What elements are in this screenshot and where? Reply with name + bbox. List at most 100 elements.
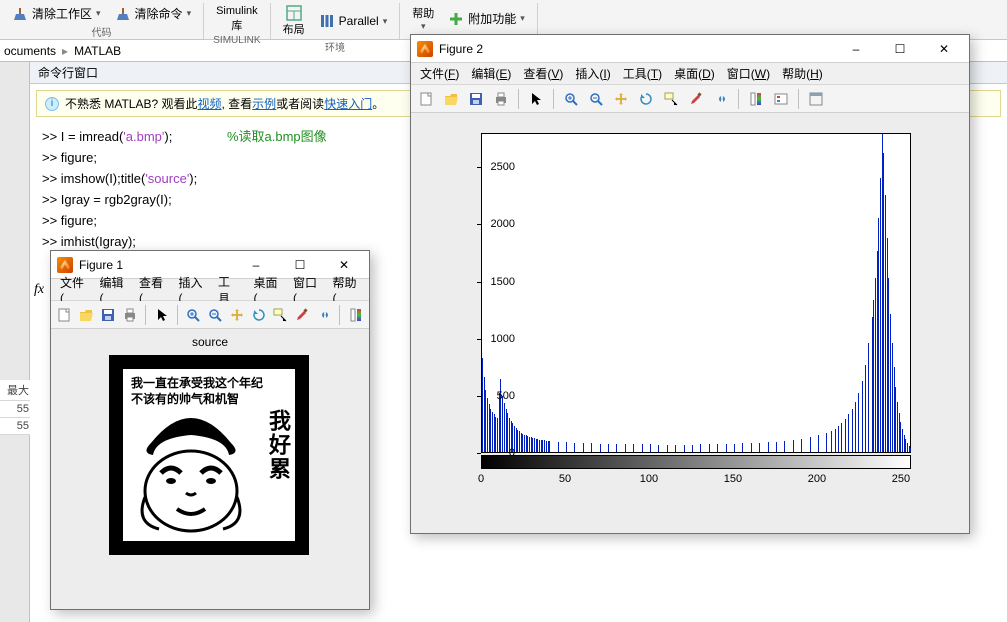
dock-icon (808, 91, 824, 107)
parallel-button[interactable]: Parallel▾ (315, 11, 392, 31)
new-button[interactable] (55, 304, 74, 326)
menu-item[interactable]: 查看(V) (518, 63, 568, 84)
link-icon (713, 91, 729, 107)
menu-item[interactable]: 编辑(E) (466, 63, 516, 84)
print-button[interactable] (490, 88, 512, 110)
rotate-icon (638, 91, 654, 107)
matlab-icon (57, 257, 73, 273)
clear-commands-button[interactable]: 清除命令▾ (111, 3, 196, 24)
pan-button[interactable] (610, 88, 632, 110)
x-tick-label: 250 (892, 473, 910, 485)
rotate-button[interactable] (249, 304, 268, 326)
code: >> figure; (42, 150, 97, 165)
minimize-button[interactable]: – (837, 36, 875, 62)
histogram-bar (583, 443, 584, 452)
histogram-bar (810, 437, 811, 452)
code: ); (189, 171, 197, 186)
histogram-bar (700, 444, 701, 452)
zoom-out-button[interactable] (206, 304, 225, 326)
dock-button[interactable] (805, 88, 827, 110)
path-seg-1: ocuments (4, 44, 56, 58)
code-str: 'a.bmp' (123, 129, 164, 144)
y-tick-label: 0 (481, 447, 521, 459)
open-button[interactable] (77, 304, 96, 326)
brush-button[interactable] (293, 304, 312, 326)
save-button[interactable] (99, 304, 118, 326)
zoom-out-button[interactable] (585, 88, 607, 110)
histogram-bar (848, 414, 849, 452)
y-tick-label: 2000 (481, 218, 521, 230)
print-icon (122, 307, 138, 323)
histogram-bar (658, 445, 659, 452)
menu-item[interactable]: 桌面(D) (669, 63, 720, 84)
figure-2-window[interactable]: Figure 2 – ☐ ✕ 文件(F)编辑(E)查看(V)插入(I)工具(T)… (410, 34, 970, 534)
colorbar-button[interactable] (745, 88, 767, 110)
new-button[interactable] (415, 88, 437, 110)
file-browser-collapsed[interactable] (0, 62, 30, 622)
zoom-in-button[interactable] (560, 88, 582, 110)
histogram-bar (865, 365, 866, 452)
x-tick-label: 50 (559, 473, 571, 485)
figure-2-toolbar[interactable] (411, 85, 969, 113)
zoom-in-button[interactable] (184, 304, 203, 326)
figure-1-window[interactable]: Figure 1 – ☐ ✕ 文件(编辑(查看(插入(工具桌面(窗口(帮助( s… (50, 250, 370, 610)
menu-item[interactable]: 帮助(H) (777, 63, 828, 84)
menu-item[interactable]: 文件(F) (415, 63, 464, 84)
menu-item[interactable]: 插入(I) (570, 63, 615, 84)
datacursor-button[interactable] (271, 304, 290, 326)
code: >> imshow(I);title( (42, 171, 145, 186)
open-button[interactable] (440, 88, 462, 110)
histogram-bar (838, 426, 839, 452)
histogram-bar (826, 433, 827, 452)
histogram-bar (793, 440, 794, 452)
print-button[interactable] (120, 304, 139, 326)
figure-1-menubar[interactable]: 文件(编辑(查看(插入(工具桌面(窗口(帮助( (51, 279, 369, 301)
pan-button[interactable] (227, 304, 246, 326)
simulink-lib: 库 (231, 17, 242, 33)
clear-workspace-button[interactable]: 清除工作区▾ (8, 3, 105, 24)
rotate-button[interactable] (635, 88, 657, 110)
info-link-examples[interactable]: 示例 (252, 97, 276, 111)
x-tick-label: 150 (724, 473, 742, 485)
y-tick-label: 500 (481, 390, 521, 402)
menu-item[interactable]: 窗口(W) (722, 63, 775, 84)
link-button[interactable] (710, 88, 732, 110)
maximize-button[interactable]: ☐ (881, 36, 919, 62)
colorbar-gray (481, 455, 911, 469)
meme-text-side: 我好累 (265, 409, 291, 481)
menu-item[interactable]: 工具(T) (618, 63, 667, 84)
histogram-bar (852, 409, 853, 452)
figure-1-toolbar[interactable] (51, 301, 369, 329)
pointer-button[interactable] (152, 304, 171, 326)
simulink-button[interactable]: Simulink 库 (212, 3, 262, 35)
info-link-getstarted[interactable]: 快速入门 (324, 97, 372, 111)
figure-1-title: Figure 1 (79, 258, 231, 272)
axes-title: source (51, 335, 369, 349)
figure-2-title: Figure 2 (439, 42, 831, 56)
figure-2-titlebar[interactable]: Figure 2 – ☐ ✕ (411, 35, 969, 63)
figure-2-menubar[interactable]: 文件(F)编辑(E)查看(V)插入(I)工具(T)桌面(D)窗口(W)帮助(H) (411, 63, 969, 85)
colorbar-button[interactable] (346, 304, 365, 326)
legend-icon (773, 91, 789, 107)
pan-icon (613, 91, 629, 107)
legend-button[interactable] (770, 88, 792, 110)
rotate-icon (251, 307, 267, 323)
histogram-bar (591, 443, 592, 452)
pointer-button[interactable] (525, 88, 547, 110)
save-button[interactable] (465, 88, 487, 110)
histogram-bar (667, 445, 668, 452)
zoom-in-icon (563, 91, 579, 107)
group-code-label: 代码 (92, 24, 112, 39)
layout-button[interactable]: 布局 (279, 3, 309, 39)
brush-button[interactable] (685, 88, 707, 110)
info-link-video[interactable]: 视频 (197, 97, 221, 111)
datacursor-button[interactable] (660, 88, 682, 110)
histogram-bar (858, 393, 859, 452)
link-button[interactable] (315, 304, 334, 326)
addons-button[interactable]: 附加功能▾ (444, 8, 529, 29)
histogram-bar (831, 431, 832, 452)
help-button[interactable]: 帮助 ▾ (408, 3, 438, 34)
plus-icon (448, 11, 464, 27)
close-button[interactable]: ✕ (925, 36, 963, 62)
pointer-icon (528, 91, 544, 107)
